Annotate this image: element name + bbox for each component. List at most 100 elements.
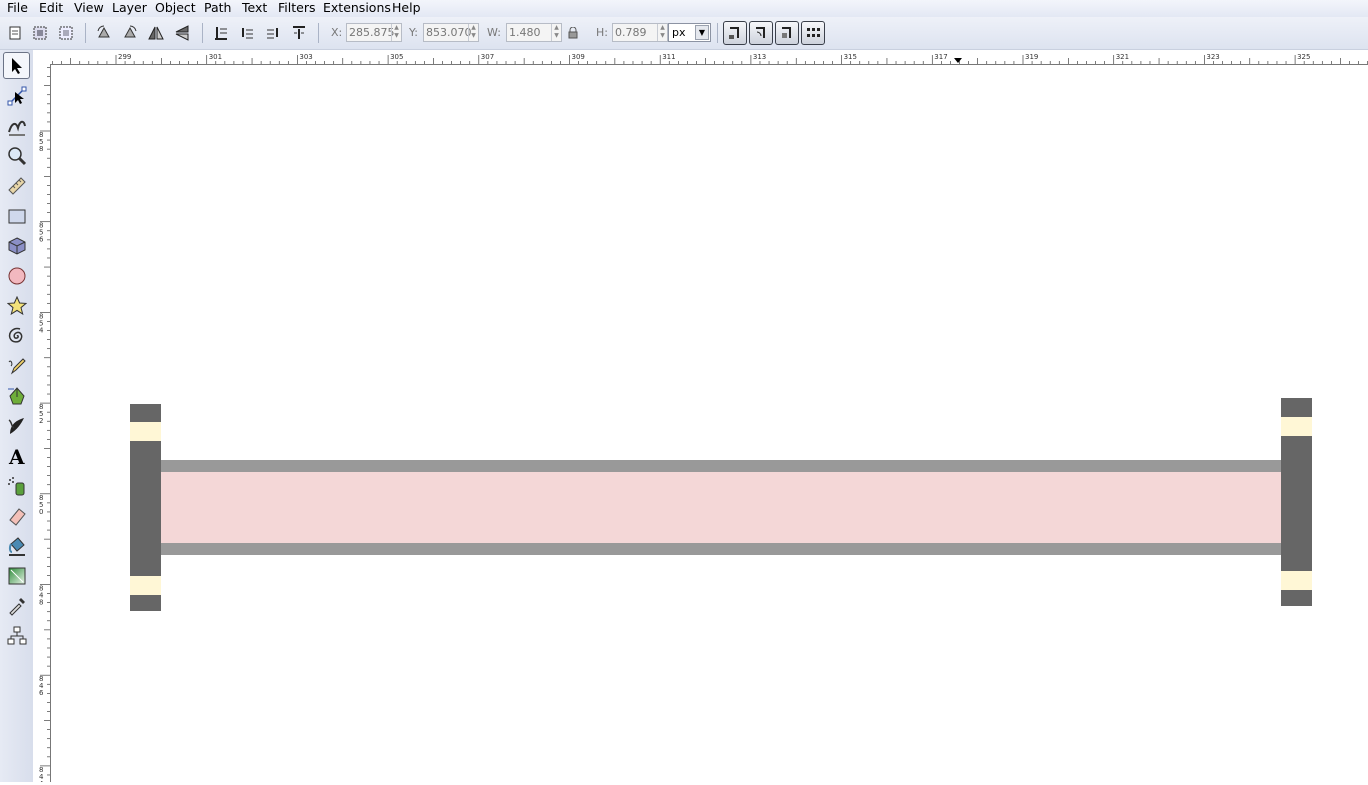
zoom-tool[interactable] xyxy=(3,142,30,169)
calligraphy-icon xyxy=(8,417,24,434)
connector-tool[interactable] xyxy=(3,622,30,649)
y-field[interactable]: 853.070 ▲ ▼ xyxy=(423,23,479,42)
pipe-top-rail[interactable] xyxy=(161,460,1283,472)
tool-controls-bar: X: 285.875 ▲ ▼ Y: 853.070 ▲ ▼ W: 1.480 ▲ ▼ … xyxy=(0,17,1368,50)
menu-path[interactable]: Path xyxy=(204,0,231,17)
flip-horizontal-icon[interactable] xyxy=(145,22,167,44)
pipe-bottom-rail[interactable] xyxy=(161,543,1283,555)
drawing-canvas[interactable] xyxy=(51,65,1368,782)
ruler-label: 311 xyxy=(662,53,675,61)
menu-extensions[interactable]: Extensions xyxy=(323,0,391,17)
separator xyxy=(318,23,319,43)
drawing xyxy=(130,398,1312,611)
ruler-label: 303 xyxy=(299,53,312,61)
y-spinner[interactable]: ▲ ▼ xyxy=(468,24,478,41)
ruler-label: 319 xyxy=(1025,53,1038,61)
separator xyxy=(717,23,718,43)
tweak-tool[interactable] xyxy=(3,112,30,139)
menu-text[interactable]: Text xyxy=(242,0,267,17)
menu-edit[interactable]: Edit xyxy=(39,0,63,17)
select-all-in-layer-icon[interactable] xyxy=(4,22,26,44)
chevron-down-icon[interactable]: ▼ xyxy=(695,25,709,40)
lower-icon[interactable] xyxy=(236,22,258,44)
rotate-ccw-icon[interactable] xyxy=(93,22,115,44)
menu-layer[interactable]: Layer xyxy=(112,0,147,17)
selector-tool[interactable] xyxy=(3,52,30,79)
x-value: 285.875 xyxy=(349,26,395,39)
measure-tool[interactable] xyxy=(3,172,30,199)
h-spinner[interactable]: ▲ ▼ xyxy=(657,24,667,41)
star-icon xyxy=(6,295,27,315)
svg-text:A: A xyxy=(8,446,25,466)
menu-file[interactable]: File xyxy=(7,0,28,17)
rectangle-tool[interactable] xyxy=(3,202,30,229)
h-label: H: xyxy=(596,26,608,39)
spiral-icon xyxy=(8,327,22,343)
3d-box-tool[interactable] xyxy=(3,232,30,259)
x-label: X: xyxy=(331,26,343,39)
ruler-corner xyxy=(33,50,51,64)
pencil-icon xyxy=(8,357,26,374)
snap-grid-icon[interactable] xyxy=(801,21,825,45)
menu-object[interactable]: Object xyxy=(155,0,196,17)
deselect-icon[interactable] xyxy=(55,22,77,44)
arrow-icon xyxy=(11,57,22,74)
ruler-label: 313 xyxy=(753,53,766,61)
pencil-tool[interactable] xyxy=(3,352,30,379)
pipe-fill[interactable] xyxy=(161,461,1283,555)
ruler-label: 854 xyxy=(39,312,44,334)
ruler-label: 850 xyxy=(39,494,43,516)
snap-gradients-icon[interactable] xyxy=(775,21,799,45)
dropper-icon xyxy=(8,597,25,616)
node-icon xyxy=(7,86,26,105)
ruler-label: 317 xyxy=(934,53,947,61)
ruler-label: 323 xyxy=(1206,53,1219,61)
raise-to-top-icon[interactable] xyxy=(288,22,310,44)
calligraphy-tool[interactable] xyxy=(3,412,30,439)
spray-tool[interactable] xyxy=(3,472,30,499)
bucket-icon xyxy=(8,536,25,556)
select-all-icon[interactable] xyxy=(29,22,51,44)
eraser-tool[interactable] xyxy=(3,502,30,529)
ellipse-tool[interactable] xyxy=(3,262,30,289)
left-flange-top-band xyxy=(130,422,161,441)
snap-corners-icon[interactable] xyxy=(749,21,773,45)
snap-stroke-icon[interactable] xyxy=(723,21,747,45)
flip-vertical-icon[interactable] xyxy=(171,22,193,44)
raise-icon[interactable] xyxy=(262,22,284,44)
ruler-label: 846 xyxy=(39,675,44,697)
ruler-label: 307 xyxy=(481,53,494,61)
paint-bucket-tool[interactable] xyxy=(3,532,30,559)
right-flange-top-band xyxy=(1281,417,1312,436)
horizontal-ruler[interactable]: 299 301 303 305 307 309 311 313 315 317 319 321 323 3… xyxy=(51,50,1368,65)
node-tool[interactable] xyxy=(3,82,30,109)
text-icon: A xyxy=(8,446,25,466)
pen-icon xyxy=(7,386,25,404)
menu-filters[interactable]: Filters xyxy=(278,0,315,17)
h-field[interactable]: 0.789 ▲ ▼ xyxy=(612,23,668,42)
pen-tool[interactable] xyxy=(3,382,30,409)
separator xyxy=(85,23,86,43)
menu-help[interactable]: Help xyxy=(392,0,421,17)
h-value: 0.789 xyxy=(615,26,647,39)
vertical-ruler[interactable]: 858 856 854 852 850 848 846 844 xyxy=(33,64,51,785)
unit-select[interactable]: px ▼ xyxy=(668,23,711,42)
text-tool[interactable]: A xyxy=(3,442,30,469)
dropper-tool[interactable] xyxy=(3,592,30,619)
lower-to-bottom-icon[interactable] xyxy=(210,22,232,44)
ruler-label: 301 xyxy=(209,53,222,61)
separator xyxy=(202,23,203,43)
w-spinner[interactable]: ▲ ▼ xyxy=(551,24,561,41)
star-tool[interactable] xyxy=(3,292,30,319)
ruler-label: 856 xyxy=(39,222,44,244)
lock-icon[interactable] xyxy=(564,22,582,44)
ruler-label: 299 xyxy=(118,53,131,61)
w-field[interactable]: 1.480 ▲ ▼ xyxy=(506,23,562,42)
horizontal-ruler-ticks: 299 301 303 305 307 309 311 313 315 317 319 321 323 3… xyxy=(52,53,1368,64)
x-spinner[interactable]: ▲ ▼ xyxy=(391,24,401,41)
spiral-tool[interactable] xyxy=(3,322,30,349)
gradient-tool[interactable] xyxy=(3,562,30,589)
x-field[interactable]: 285.875 ▲ ▼ xyxy=(346,23,402,42)
menu-view[interactable]: View xyxy=(74,0,104,17)
rotate-cw-icon[interactable] xyxy=(119,22,141,44)
